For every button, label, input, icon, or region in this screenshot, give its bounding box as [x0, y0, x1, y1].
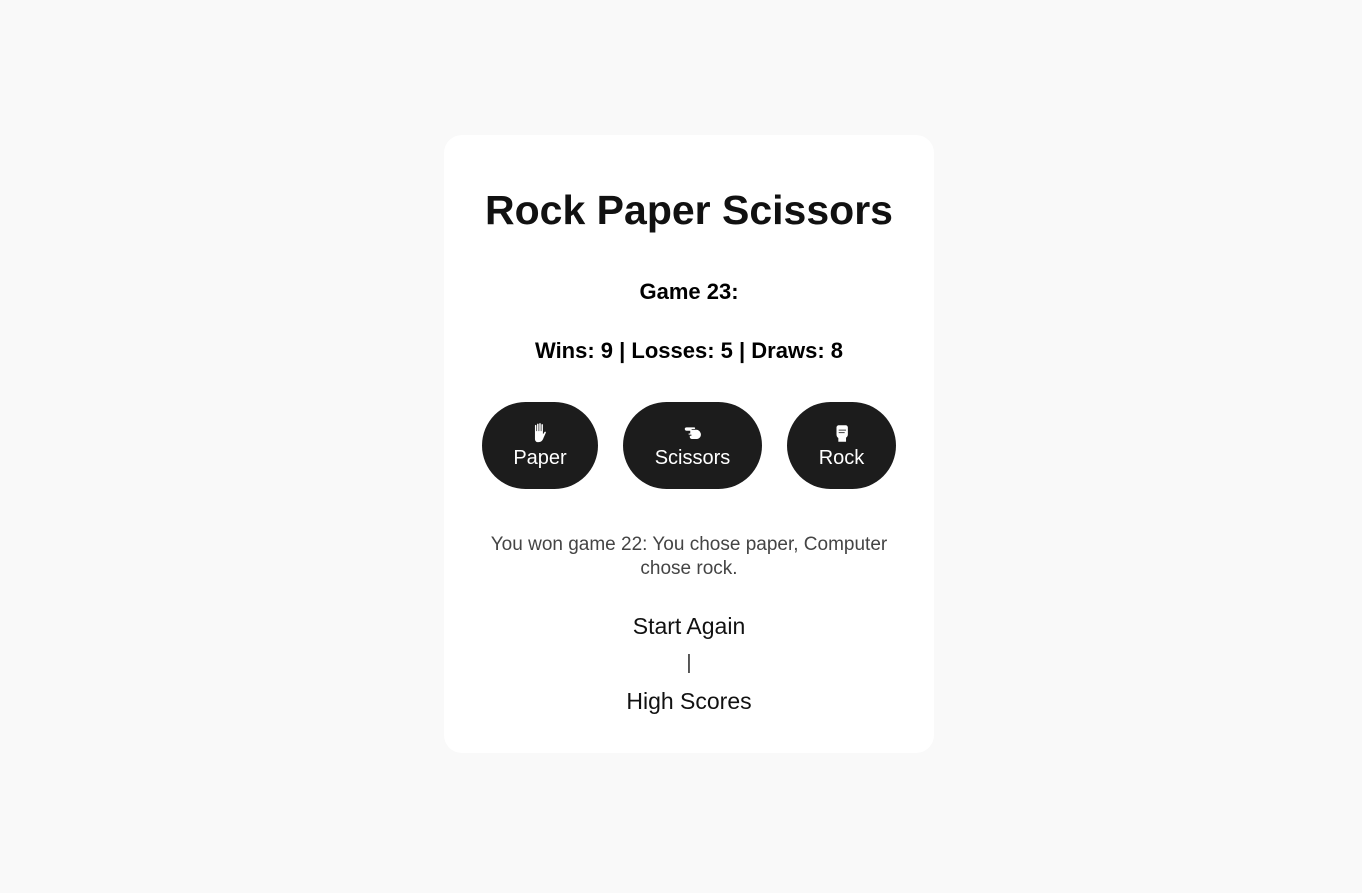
rock-label: Rock [818, 446, 865, 469]
pointing-hand-icon [684, 426, 701, 439]
result-message: You won game 22: You chose paper, Comput… [490, 534, 888, 579]
rock-button[interactable]: Rock [787, 402, 896, 489]
paper-label: Paper [513, 446, 567, 469]
high-scores-link[interactable]: High Scores [444, 686, 934, 716]
link-separator: | [686, 652, 692, 674]
start-again-link[interactable]: Start Again [444, 611, 934, 641]
game-card: Rock Paper Scissors Game 23: Wins: 9 | L… [444, 135, 934, 753]
choice-buttons: Paper Scissors Rock [444, 402, 934, 489]
page-title: Rock Paper Scissors [485, 187, 893, 233]
paper-button[interactable]: Paper [482, 402, 598, 489]
score-summary: Wins: 9 | Losses: 5 | Draws: 8 [535, 338, 843, 363]
raised-hand-icon [534, 422, 546, 442]
scissors-button[interactable]: Scissors [623, 402, 762, 489]
scissors-label: Scissors [654, 446, 731, 469]
game-number: Game 23: [639, 279, 739, 304]
action-links: Start Again | High Scores [444, 611, 934, 716]
fist-icon [836, 424, 848, 442]
